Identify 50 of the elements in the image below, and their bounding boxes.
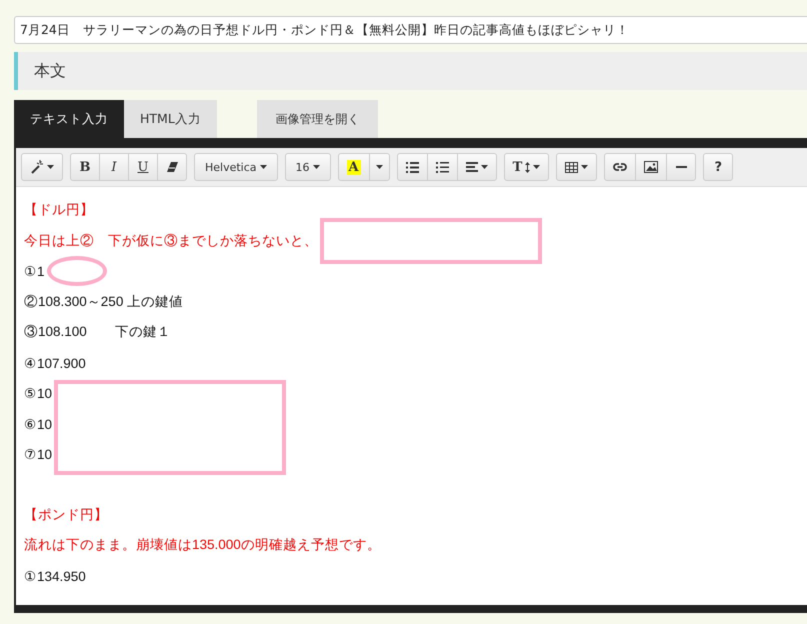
content-line: ⑤10 bbox=[24, 385, 52, 402]
link-icon bbox=[613, 163, 628, 171]
text-size-button[interactable]: T bbox=[504, 153, 550, 181]
magic-button[interactable] bbox=[21, 153, 63, 181]
link-button[interactable] bbox=[604, 153, 636, 181]
underline-button[interactable]: U bbox=[128, 153, 158, 181]
editor-tab[interactable]: テキスト入力 bbox=[14, 100, 124, 138]
image-manager-button[interactable]: 画像管理を開く bbox=[256, 100, 378, 138]
caret-icon bbox=[312, 165, 320, 169]
image-icon bbox=[644, 161, 658, 173]
content-line: ③108.100 下の鍵１ bbox=[24, 323, 171, 342]
dropdown-button[interactable]: Helvetica bbox=[194, 153, 278, 181]
caret-icon bbox=[47, 165, 54, 169]
caret-icon bbox=[376, 165, 383, 169]
content-line: ⑦10 bbox=[24, 446, 52, 462]
table-button[interactable] bbox=[556, 153, 598, 181]
bulleted-list-button[interactable] bbox=[396, 153, 428, 181]
text-height-icon bbox=[525, 162, 530, 172]
content-line: 今日は上② 下が仮に③までしか落ちないと、 bbox=[24, 232, 318, 250]
align-icon bbox=[466, 162, 478, 172]
section-title: 本文 bbox=[34, 60, 66, 82]
table-icon bbox=[565, 162, 578, 172]
caret-icon bbox=[480, 165, 488, 169]
dropdown-button[interactable]: 16 bbox=[284, 153, 331, 181]
eraser-icon bbox=[166, 162, 178, 172]
caret-icon bbox=[533, 165, 540, 169]
horizontal-rule-button[interactable] bbox=[666, 153, 696, 181]
clear-format-button[interactable] bbox=[157, 153, 187, 181]
text-color-button[interactable]: A bbox=[338, 153, 370, 181]
title-field[interactable]: 7月24日 サラリーマンの為の日予想ドル円・ポンド円＆【無料公開】昨日の記事高値もほぼピシャリ！ bbox=[14, 16, 807, 44]
help-button[interactable]: ? bbox=[703, 153, 734, 181]
content-line: ①1 bbox=[24, 263, 45, 280]
numbered-list-button[interactable] bbox=[426, 153, 458, 181]
caret-icon bbox=[581, 165, 588, 169]
editor-tab[interactable]: HTML入力 bbox=[124, 100, 217, 138]
bulleted-list-icon bbox=[406, 162, 419, 172]
bold-button[interactable]: B bbox=[70, 153, 100, 181]
content-line: 流れは下のまま。崩壊値は135.000の明確越え予想です。 bbox=[24, 536, 381, 554]
content-line: ②108.300～250 上の鍵値 bbox=[24, 292, 184, 311]
content-line: 【ドル円】 bbox=[24, 201, 94, 220]
content-line: ①134.950 bbox=[24, 568, 86, 584]
caret-icon bbox=[260, 165, 267, 169]
color-menu-button[interactable] bbox=[368, 153, 390, 181]
align-button[interactable] bbox=[456, 153, 497, 181]
content-line: ④107.900 bbox=[24, 354, 86, 371]
italic-button[interactable]: I bbox=[99, 153, 129, 181]
content-line: ⑥10 bbox=[24, 416, 52, 432]
content-line: 【ポンド円】 bbox=[24, 506, 108, 524]
magic-wand-icon bbox=[30, 160, 44, 174]
image-button[interactable] bbox=[635, 153, 668, 181]
